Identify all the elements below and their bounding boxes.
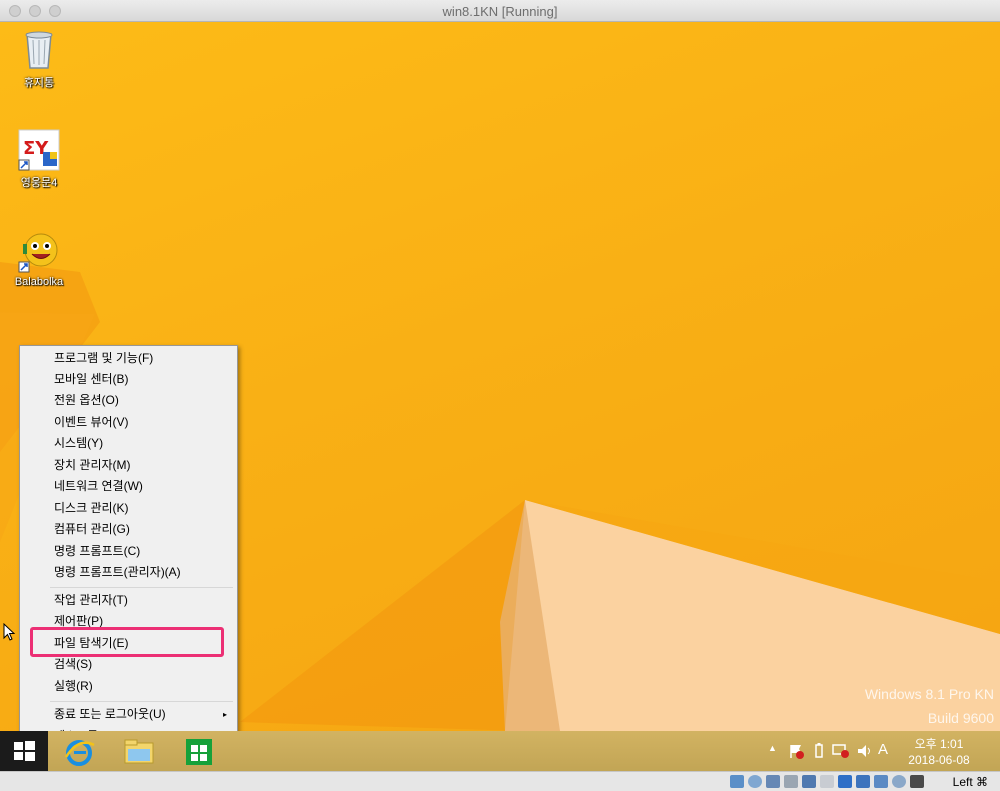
annotation-highlight-box	[30, 627, 224, 657]
taskbar-explorer-button[interactable]	[122, 735, 156, 767]
balabolka-icon	[17, 230, 61, 274]
keyboard-capture-status-icon[interactable]	[910, 775, 924, 788]
show-hidden-icons-button[interactable]: ▲	[768, 743, 777, 753]
window-title: win8.1KN [Running]	[442, 4, 558, 19]
taskbar-clock[interactable]: 오후 1:01 2018-06-08	[904, 736, 974, 768]
clock-time: 오후 1:01	[914, 737, 964, 751]
desktop-icon-recycle-bin[interactable]: 휴지통	[4, 28, 74, 90]
windows-logo-icon	[14, 741, 35, 761]
vm-status-bar: Left ⌘	[0, 771, 1000, 791]
usb-status-icon[interactable]	[802, 775, 816, 788]
audio-status-icon[interactable]	[766, 775, 780, 788]
network-status-icon[interactable]	[784, 775, 798, 788]
volume-icon[interactable]	[856, 743, 872, 759]
window-titlebar: win8.1KN [Running]	[0, 0, 1000, 22]
display-status-icon[interactable]	[838, 775, 852, 788]
ime-indicator[interactable]: A	[878, 741, 888, 758]
menu-item-disk-management[interactable]: 디스크 관리(K)	[20, 498, 237, 519]
network-disconnected-icon[interactable]	[832, 743, 850, 759]
battery-icon[interactable]	[814, 743, 824, 759]
menu-item-network-connections[interactable]: 네트워크 연결(W)	[20, 476, 237, 497]
menu-item-label: 종료 또는 로그아웃(U)	[54, 707, 166, 721]
desktop-icon-label: 휴지통	[23, 77, 55, 89]
menu-item-device-manager[interactable]: 장치 관리자(M)	[20, 455, 237, 476]
host-key-label: Left ⌘	[952, 775, 988, 789]
system-tray: ▲ A 오후 1:01 2018-06-08	[760, 731, 1000, 771]
clock-date: 2018-06-08	[908, 753, 970, 767]
menu-separator	[50, 587, 233, 588]
kiwoom-app-icon: ΣΥ	[17, 128, 61, 172]
optical-drive-status-icon[interactable]	[748, 775, 762, 788]
menu-item-command-prompt-admin[interactable]: 명령 프롬프트(관리자)(A)	[20, 562, 237, 583]
menu-separator	[50, 701, 233, 702]
file-explorer-icon	[124, 739, 154, 764]
menu-item-power-options[interactable]: 전원 옵션(O)	[20, 390, 237, 411]
watermark-edition: Windows 8.1 Pro KN	[864, 686, 994, 702]
mouse-integration-status-icon[interactable]	[892, 775, 906, 788]
video-capture-status-icon[interactable]	[856, 775, 870, 788]
taskbar-ie-button[interactable]	[62, 735, 96, 767]
recycle-bin-icon	[17, 28, 61, 72]
hard-disk-status-icon[interactable]	[730, 775, 744, 788]
start-button[interactable]	[0, 731, 48, 771]
watermark-build: Build 9600	[927, 710, 994, 726]
menu-item-shutdown-signout[interactable]: 종료 또는 로그아웃(U) ▸	[20, 704, 237, 725]
menu-item-computer-management[interactable]: 컴퓨터 관리(G)	[20, 519, 237, 540]
desktop-icon-kiwoom[interactable]: ΣΥ 영웅문4	[4, 128, 74, 190]
menu-item-event-viewer[interactable]: 이벤트 뷰어(V)	[20, 412, 237, 433]
menu-item-task-manager[interactable]: 작업 관리자(T)	[20, 590, 237, 611]
desktop-icon-label: Balabolka	[14, 276, 64, 288]
windows-store-icon	[186, 739, 212, 765]
menu-item-mobility-center[interactable]: 모바일 센터(B)	[20, 369, 237, 390]
action-center-flag-icon[interactable]	[788, 743, 804, 759]
menu-item-run[interactable]: 실행(R)	[20, 676, 237, 697]
internet-explorer-icon	[64, 740, 95, 766]
desktop-icon-label: 영웅문4	[20, 177, 58, 189]
taskbar-store-button[interactable]	[182, 735, 216, 767]
menu-item-command-prompt[interactable]: 명령 프롬프트(C)	[20, 541, 237, 562]
mouse-cursor-icon	[3, 623, 16, 641]
taskbar: ▲ A 오후 1:01 2018-06-08	[0, 731, 1000, 771]
submenu-arrow-icon: ▸	[222, 710, 227, 719]
desktop-icon-balabolka[interactable]: Balabolka	[4, 230, 74, 288]
menu-item-search[interactable]: 검색(S)	[20, 654, 237, 675]
menu-item-programs-features[interactable]: 프로그램 및 기능(F)	[20, 348, 237, 369]
power-user-menu: 프로그램 및 기능(F) 모바일 센터(B) 전원 옵션(O) 이벤트 뷰어(V…	[19, 345, 238, 749]
cpu-status-icon[interactable]	[874, 775, 888, 788]
shared-folders-status-icon[interactable]	[820, 775, 834, 788]
menu-item-system[interactable]: 시스템(Y)	[20, 433, 237, 454]
